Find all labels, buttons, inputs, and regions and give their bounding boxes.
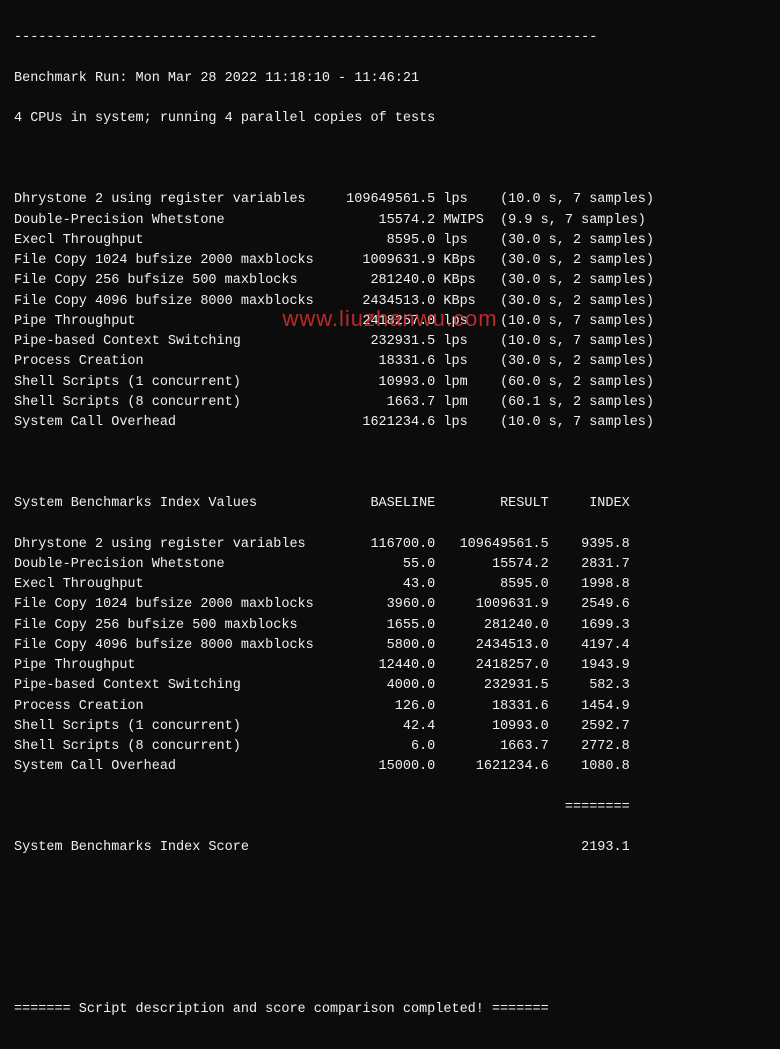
index-row: Shell Scripts (8 concurrent) 6.0 1663.7 … (14, 737, 766, 757)
result-row: Pipe Throughput 2418257.0 lps (10.0 s, 7… (14, 312, 766, 332)
index-row: File Copy 4096 bufsize 8000 maxblocks 58… (14, 636, 766, 656)
result-row: File Copy 256 bufsize 500 maxblocks 2812… (14, 271, 766, 291)
indexes-block: Dhrystone 2 using register variables 116… (14, 535, 766, 778)
result-row: System Call Overhead 1621234.6 lps (10.0… (14, 413, 766, 433)
index-row: File Copy 1024 bufsize 2000 maxblocks 39… (14, 595, 766, 615)
blank-line (14, 879, 766, 899)
results-block: Dhrystone 2 using register variables 109… (14, 190, 766, 433)
index-header-row: System Benchmarks Index Values BASELINE … (14, 494, 766, 514)
result-row: File Copy 4096 bufsize 8000 maxblocks 24… (14, 292, 766, 312)
footer-line: ======= Script description and score com… (14, 1000, 766, 1020)
result-row: Double-Precision Whetstone 15574.2 MWIPS… (14, 211, 766, 231)
index-row: Execl Throughput 43.0 8595.0 1998.8 (14, 575, 766, 595)
index-row: Pipe Throughput 12440.0 2418257.0 1943.9 (14, 656, 766, 676)
result-row: Dhrystone 2 using register variables 109… (14, 190, 766, 210)
score-row: System Benchmarks Index Score 2193.1 (14, 838, 766, 858)
benchmark-run-line: Benchmark Run: Mon Mar 28 2022 11:18:10 … (14, 69, 766, 89)
result-row: Process Creation 18331.6 lps (30.0 s, 2 … (14, 352, 766, 372)
divider-equals: ======== (14, 798, 766, 818)
blank-line (14, 150, 766, 170)
index-row: Process Creation 126.0 18331.6 1454.9 (14, 697, 766, 717)
terminal-output: ----------------------------------------… (0, 0, 780, 1049)
blank-line (14, 454, 766, 474)
index-row: Shell Scripts (1 concurrent) 42.4 10993.… (14, 717, 766, 737)
result-row: Execl Throughput 8595.0 lps (30.0 s, 2 s… (14, 231, 766, 251)
index-row: Dhrystone 2 using register variables 116… (14, 535, 766, 555)
result-row: Shell Scripts (8 concurrent) 1663.7 lpm … (14, 393, 766, 413)
blank-line (14, 919, 766, 939)
cpu-info-line: 4 CPUs in system; running 4 parallel cop… (14, 109, 766, 129)
result-row: File Copy 1024 bufsize 2000 maxblocks 10… (14, 251, 766, 271)
index-row: Pipe-based Context Switching 4000.0 2329… (14, 676, 766, 696)
index-row: File Copy 256 bufsize 500 maxblocks 1655… (14, 616, 766, 636)
blank-line (14, 960, 766, 980)
index-row: Double-Precision Whetstone 55.0 15574.2 … (14, 555, 766, 575)
index-row: System Call Overhead 15000.0 1621234.6 1… (14, 757, 766, 777)
divider-line: ----------------------------------------… (14, 28, 766, 48)
result-row: Pipe-based Context Switching 232931.5 lp… (14, 332, 766, 352)
result-row: Shell Scripts (1 concurrent) 10993.0 lpm… (14, 373, 766, 393)
